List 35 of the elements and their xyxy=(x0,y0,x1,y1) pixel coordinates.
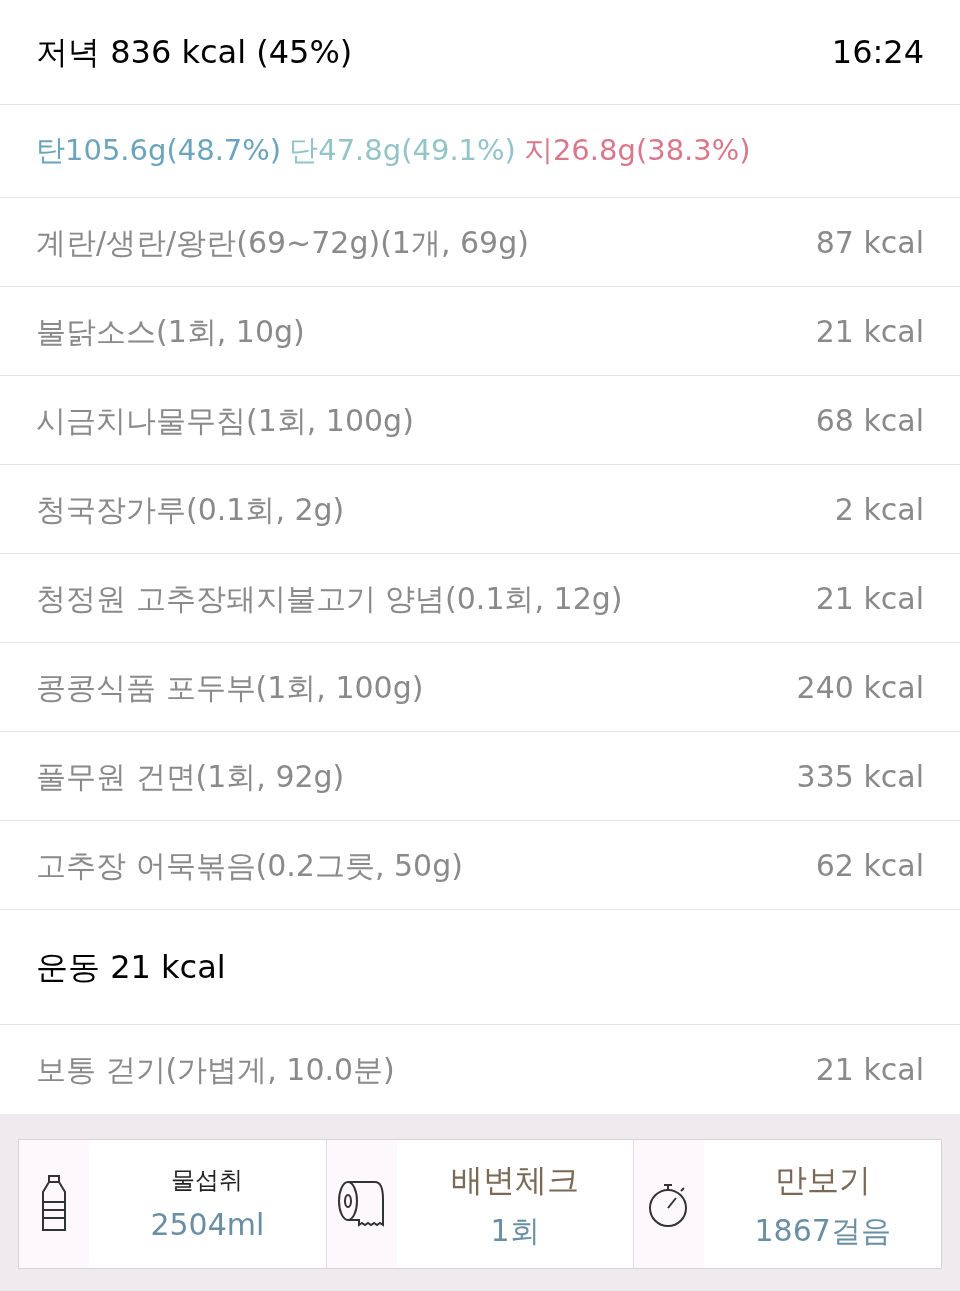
toilet-paper-icon xyxy=(336,1179,387,1229)
macro-value: 지26.8g(38.3%) xyxy=(523,132,751,170)
calorie-value: 21 kcal xyxy=(815,579,924,618)
food-name: 풀무원 건면(1회, 92g) xyxy=(36,757,345,796)
meal-title: 저녁 836 kcal (45%) xyxy=(36,32,353,73)
food-name: 불닭소스(1회, 10g) xyxy=(36,312,305,351)
macro-value: 탄105.6g(48.7%) xyxy=(36,132,282,170)
tracker-card[interactable]: 배변체크 1회 xyxy=(325,1140,634,1268)
food-name: 콩콩식품 포두부(1회, 100g) xyxy=(36,668,424,707)
calorie-value: 335 kcal xyxy=(796,757,924,796)
food-name: 계란/생란/왕란(69~72g)(1개, 69g) xyxy=(36,223,529,262)
food-name: 시금치나물무침(1회, 100g) xyxy=(36,401,414,440)
tracker-label: 만보기 xyxy=(774,1159,871,1201)
meal-time: 16:24 xyxy=(831,32,924,73)
tracker-label: 배변체크 xyxy=(451,1159,579,1201)
tracker-card[interactable]: 만보기 1867걸음 xyxy=(633,1140,941,1268)
tracker-label: 물섭취 xyxy=(171,1164,244,1196)
food-name: 청국장가루(0.1회, 2g) xyxy=(36,490,345,529)
tracker-card[interactable]: 물섭취 2504ml xyxy=(19,1140,326,1268)
water-bottle-icon xyxy=(39,1174,69,1234)
calorie-value: 68 kcal xyxy=(815,401,924,440)
macro-value: 단47.8g(49.1%) xyxy=(289,132,516,170)
food-name: 보통 걷기(가볍게, 10.0분) xyxy=(36,1051,395,1089)
calorie-value: 2 kcal xyxy=(834,490,924,529)
food-name: 청정원 고추장돼지불고기 양념(0.1회, 12g) xyxy=(36,579,623,618)
calorie-value: 240 kcal xyxy=(796,668,924,707)
tracker-value: 1867걸음 xyxy=(754,1211,891,1250)
tracker-value: 2504ml xyxy=(150,1205,265,1244)
tracker-value: 1회 xyxy=(490,1211,540,1250)
calorie-value: 21 kcal xyxy=(815,1051,924,1089)
exercise-title: 운동 21 kcal xyxy=(36,947,226,988)
food-name: 고추장 어묵볶음(0.2그릇, 50g) xyxy=(36,846,463,885)
calorie-value: 21 kcal xyxy=(815,312,924,351)
calorie-value: 62 kcal xyxy=(815,846,924,885)
calorie-value: 87 kcal xyxy=(815,223,924,262)
